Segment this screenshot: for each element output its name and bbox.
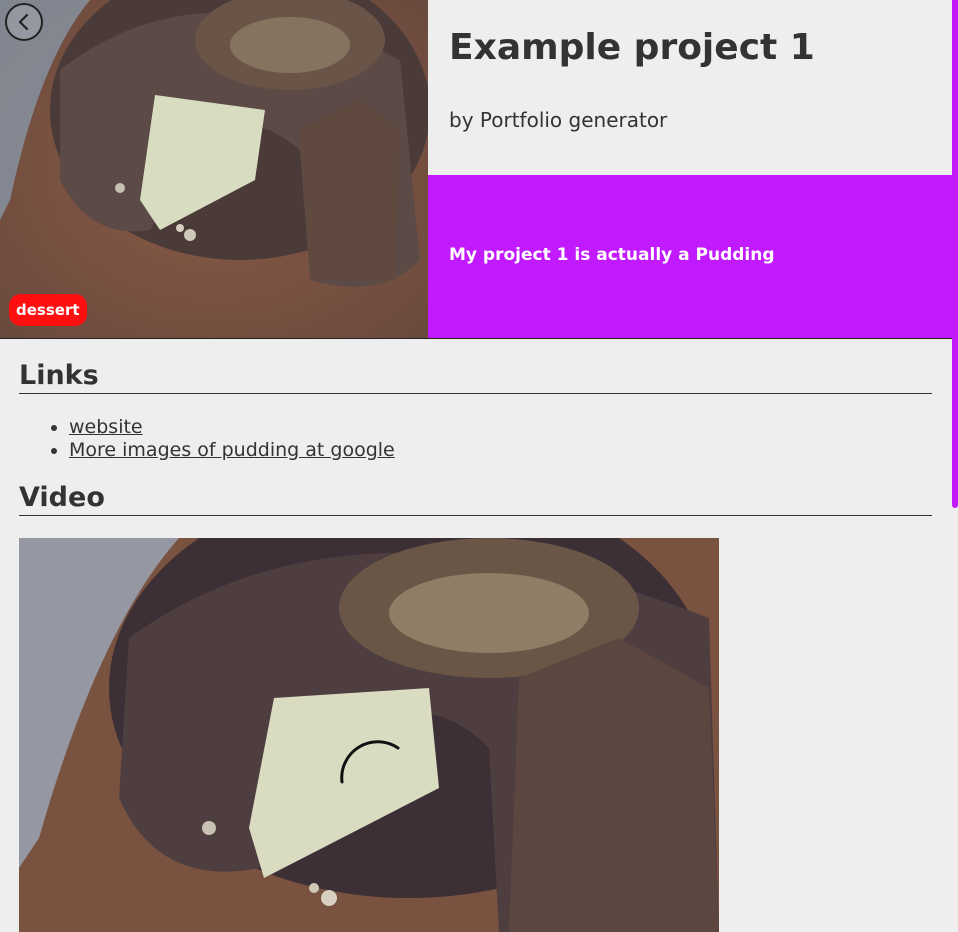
video-heading: Video xyxy=(19,482,932,517)
website-link[interactable]: website xyxy=(69,416,143,438)
video-poster-image xyxy=(19,538,719,932)
project-description-panel: My project 1 is actually a Pudding xyxy=(428,175,952,338)
google-images-link[interactable]: More images of pudding at google xyxy=(69,439,395,461)
tag-badge[interactable]: dessert xyxy=(9,294,87,326)
links-list: website More images of pudding at google xyxy=(49,416,395,462)
loading-spinner-icon xyxy=(340,740,400,784)
project-cover-image: dessert xyxy=(0,0,428,338)
links-heading: Links xyxy=(19,360,932,395)
project-author: by Portfolio generator xyxy=(449,108,668,132)
header-divider xyxy=(0,338,952,339)
video-player[interactable] xyxy=(19,538,719,932)
page-title: Example project 1 xyxy=(449,27,815,68)
chevron-left-icon xyxy=(18,13,29,31)
scrollbar-thumb[interactable] xyxy=(952,0,958,508)
project-header: dessert Example project 1 by Portfolio g… xyxy=(0,0,952,339)
project-info-panel: Example project 1 by Portfolio generator xyxy=(428,0,952,175)
back-button[interactable] xyxy=(5,3,43,41)
list-item: More images of pudding at google xyxy=(69,439,395,462)
list-item: website xyxy=(69,416,395,439)
project-description: My project 1 is actually a Pudding xyxy=(449,245,775,265)
